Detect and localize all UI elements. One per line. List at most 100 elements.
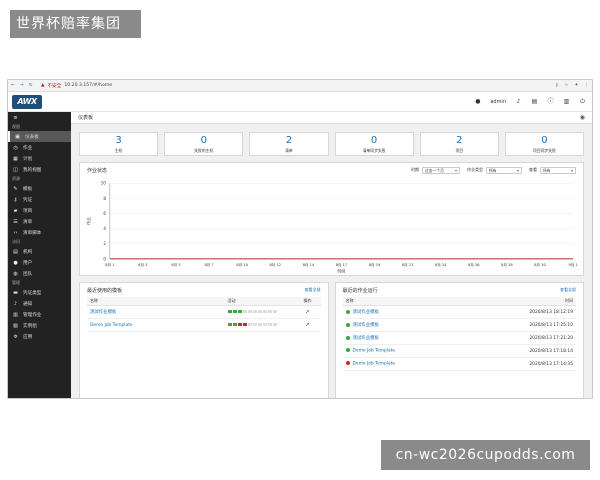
job-type-label: 作业类型 — [467, 167, 483, 172]
card-count: 2 — [456, 135, 463, 146]
forward-icon[interactable]: → — [20, 83, 24, 88]
x-axis-label: 时间 — [337, 269, 345, 274]
y-tick-label: 8 — [103, 196, 106, 201]
code-icon: ‹› — [13, 229, 18, 236]
activity-square[interactable] — [267, 310, 272, 313]
job-type-select[interactable]: 所有 — [486, 166, 522, 174]
activity-square[interactable] — [252, 323, 257, 326]
sidebar-item-access-1[interactable]: ● 用户 — [8, 257, 71, 268]
job-name-link[interactable]: 测试作业模板 — [353, 310, 379, 315]
browser-window: ← → ↻ ▲ 不安全 10.20.3.157/#/home ⚷ ☆ ✦ ⋮ A… — [7, 79, 593, 399]
template-name-link[interactable]: 测试作业模板 — [90, 309, 228, 315]
summary-card[interactable]: 0 清单同步失败 — [334, 132, 414, 156]
key-icon[interactable]: ⚷ — [555, 83, 558, 88]
sidebar-item-view-3[interactable]: ◫ 我的视图 — [8, 164, 71, 175]
back-icon[interactable]: ← — [11, 83, 15, 88]
username[interactable]: admin — [490, 99, 506, 105]
folder-icon: ▰ — [13, 207, 18, 214]
sidebar-item-admin-0[interactable]: ▬ 凭证类型 — [8, 287, 71, 298]
sidebar-item-view-0[interactable]: ▣ 仪表板 — [8, 131, 71, 142]
info-icon[interactable]: ⓘ — [547, 98, 554, 105]
sidebar-item-resource-1[interactable]: ⚷ 凭证 — [8, 194, 71, 205]
activity-stream-icon[interactable]: ▤ — [531, 98, 538, 105]
docs-icon[interactable]: ▥ — [563, 98, 570, 105]
template-name-link[interactable]: Demo Job Template — [90, 323, 228, 328]
rocket-icon[interactable]: ➚ — [298, 322, 318, 328]
logout-icon[interactable]: ⏻ — [579, 98, 586, 105]
sidebar-item-resource-2[interactable]: ▰ 项目 — [8, 205, 71, 216]
sidebar-item-label: 模板 — [23, 186, 33, 192]
job-time: 2020/8/13 17:14:35 — [529, 361, 573, 367]
sidebar-item-label: 作业 — [23, 145, 33, 151]
sidebar-item-view-1[interactable]: ◷ 作业 — [8, 142, 71, 153]
extension-icon[interactable]: ✦ — [575, 83, 579, 88]
job-name-link[interactable]: Demo Job Template — [353, 362, 396, 367]
sidebar-item-access-2[interactable]: ◍ 团队 — [8, 268, 71, 279]
activity-square[interactable] — [242, 323, 247, 326]
summary-card[interactable]: 0 项目同步失败 — [504, 132, 585, 156]
view-select[interactable]: 所有 — [540, 166, 576, 174]
summary-card[interactable]: 2 项目 — [419, 132, 499, 156]
sidebar-item-admin-4[interactable]: ✲ 应用 — [8, 331, 71, 342]
job-name-link[interactable]: Demo Job Template — [353, 349, 396, 354]
management-jobs-icon: ▥ — [13, 311, 18, 318]
activity-square[interactable] — [257, 310, 262, 313]
sidebar-item-label: 凭证 — [23, 197, 33, 203]
sidebar-item-admin-3[interactable]: ▧ 实例组 — [8, 320, 71, 331]
summary-card[interactable]: 3 主机 — [79, 132, 159, 156]
sidebar-item-admin-1[interactable]: ♪ 通知 — [8, 298, 71, 309]
sidebar-item-view-2[interactable]: ▦ 计划 — [8, 153, 71, 164]
templates-table-header: 名称 活动 操作 — [87, 297, 321, 306]
menu-icon[interactable]: ⋮ — [584, 83, 589, 88]
job-name-cell: 测试作业模板 — [345, 322, 514, 328]
table-row: 测试作业模板 2020/8/13 17:21:20 — [342, 332, 576, 345]
bell-icon[interactable]: ♪ — [515, 98, 522, 105]
success-status-icon — [345, 309, 350, 314]
sidebar-item-access-0[interactable]: ▤ 机构 — [8, 246, 71, 257]
page-title-bar: 仪表板 ◉ — [71, 112, 592, 124]
sidebar-item-resource-4[interactable]: ‹› 清单脚本 — [8, 227, 71, 238]
activity-square[interactable] — [232, 310, 237, 313]
sidebar-item-resource-3[interactable]: ☰ 清单 — [8, 216, 71, 227]
team-icon: ◍ — [13, 270, 18, 277]
activity-square[interactable] — [242, 310, 247, 313]
jobs-icon: ◷ — [13, 144, 18, 151]
activity-square[interactable] — [237, 323, 242, 326]
activity-square[interactable] — [262, 323, 267, 326]
awx-logo[interactable]: AWX — [12, 94, 42, 109]
summary-card[interactable]: 0 失败的主机 — [164, 132, 244, 156]
job-name-link[interactable]: 测试作业模板 — [353, 323, 379, 328]
recent-templates-title: 最近使用的模板 — [87, 287, 123, 294]
pendo-icon[interactable]: ◉ — [580, 114, 585, 121]
sidebar-item-admin-2[interactable]: ▥ 管理作业 — [8, 309, 71, 320]
activity-square[interactable] — [272, 310, 277, 313]
reload-icon[interactable]: ↻ — [29, 83, 33, 88]
view-all-templates-link[interactable]: 查看全部 — [305, 287, 321, 293]
my-view-icon: ◫ — [13, 166, 18, 173]
insecure-label: 不安全 — [47, 83, 62, 89]
sidebar-item-resource-0[interactable]: ✎ 模板 — [8, 183, 71, 194]
activity-square[interactable] — [232, 323, 237, 326]
activity-square[interactable] — [237, 310, 242, 313]
star-icon[interactable]: ☆ — [564, 83, 568, 88]
bell-icon: ♪ — [13, 300, 18, 307]
activity-square[interactable] — [252, 310, 257, 313]
address-bar[interactable]: 10.20.3.157/#/home — [64, 83, 555, 88]
job-name-link[interactable]: 测试作业模板 — [353, 336, 379, 341]
activity-square[interactable] — [227, 310, 232, 313]
view-all-jobs-link[interactable]: 查看全部 — [560, 287, 576, 293]
activity-square[interactable] — [257, 323, 262, 326]
activity-square[interactable] — [262, 310, 267, 313]
x-tick-label: 8月 19 — [369, 262, 381, 267]
sidebar-item-label: 应用 — [23, 334, 33, 340]
activity-square[interactable] — [272, 323, 277, 326]
summary-card[interactable]: 2 清单 — [249, 132, 329, 156]
activity-square[interactable] — [247, 310, 252, 313]
rocket-icon[interactable]: ➚ — [298, 309, 318, 315]
period-select[interactable]: 过去一个月 — [422, 166, 460, 174]
activity-square[interactable] — [247, 323, 252, 326]
sidebar-toggle[interactable]: ≡ — [8, 112, 71, 123]
activity-square[interactable] — [267, 323, 272, 326]
job-status-chart: 0 2 4 6 8 10 8月 1 8月 3 8月 5 8月 7 8月 10 8月 12 8月 14 8月… — [86, 181, 578, 274]
activity-square[interactable] — [227, 323, 232, 326]
